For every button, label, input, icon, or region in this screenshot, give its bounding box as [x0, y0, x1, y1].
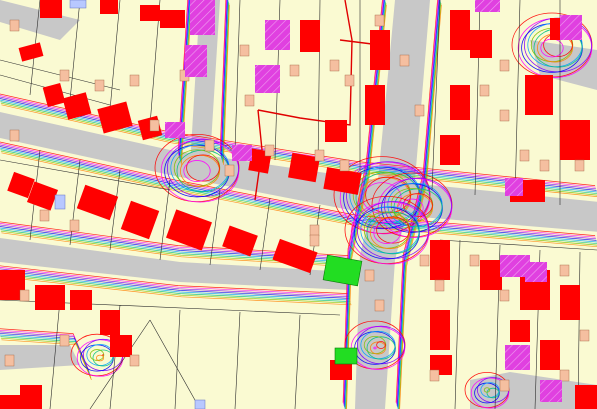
outbuilding [499, 59, 510, 72]
special-building [540, 380, 562, 402]
outbuilding [9, 129, 20, 142]
outbuilding [434, 279, 445, 292]
outbuilding [519, 149, 530, 162]
outbuilding [94, 79, 105, 92]
outbuilding [309, 224, 320, 237]
outbuilding [344, 74, 355, 87]
outbuilding [329, 59, 340, 72]
outbuilding [69, 219, 80, 232]
building [365, 85, 385, 125]
special-building [525, 262, 547, 282]
outbuilding [499, 289, 510, 302]
outbuilding [499, 379, 510, 392]
building [560, 120, 590, 160]
green-building [334, 347, 358, 365]
building [560, 285, 580, 320]
outbuilding [59, 334, 70, 347]
building [140, 5, 160, 21]
building [540, 340, 560, 370]
outbuilding [289, 64, 300, 77]
outbuilding [559, 264, 570, 277]
blue-structure [69, 0, 87, 9]
outbuilding [59, 69, 70, 82]
building [325, 120, 347, 142]
special-building [265, 20, 290, 50]
outbuilding [374, 14, 385, 27]
building [510, 320, 530, 342]
building [430, 310, 450, 350]
outbuilding [539, 159, 550, 172]
building [110, 335, 132, 357]
building [100, 0, 118, 14]
outbuilding [314, 149, 325, 162]
outbuilding [419, 254, 430, 267]
outbuilding [479, 84, 490, 97]
special-building [505, 178, 523, 196]
special-building [505, 345, 530, 370]
building [20, 385, 42, 409]
blue-structure [194, 399, 206, 409]
building [100, 310, 120, 335]
outbuilding [469, 254, 480, 267]
special-building [185, 45, 207, 77]
outbuilding [129, 74, 140, 87]
blue-structure [54, 194, 66, 210]
map-frame[interactable] [0, 0, 597, 409]
outbuilding [224, 164, 235, 177]
outbuilding [374, 299, 385, 312]
special-building [255, 65, 280, 93]
building [450, 85, 470, 120]
outbuilding [9, 19, 20, 32]
building [70, 290, 92, 310]
building [480, 260, 502, 290]
building [160, 10, 185, 28]
map-canvas[interactable] [0, 0, 597, 409]
outbuilding [19, 289, 30, 302]
outbuilding [39, 209, 50, 222]
building [470, 30, 492, 58]
outbuilding [339, 159, 350, 172]
special-building [475, 0, 500, 12]
outbuilding [204, 139, 215, 152]
special-building [560, 15, 582, 40]
outbuilding [499, 109, 510, 122]
building [300, 20, 320, 52]
building [35, 285, 65, 310]
outbuilding [149, 119, 160, 132]
special-building [232, 145, 252, 161]
special-building [190, 0, 215, 35]
building [370, 30, 390, 70]
outbuilding [4, 354, 15, 367]
outbuilding [244, 94, 255, 107]
outbuilding [264, 144, 275, 157]
outbuilding [429, 369, 440, 382]
outbuilding [414, 104, 425, 117]
outbuilding [559, 369, 570, 382]
building [575, 385, 597, 409]
building [430, 240, 450, 280]
building [40, 0, 62, 18]
building [0, 395, 20, 409]
special-building [165, 122, 185, 138]
outbuilding [399, 54, 410, 67]
building [440, 135, 460, 165]
building [450, 10, 470, 50]
building [525, 75, 553, 115]
outbuilding [364, 269, 375, 282]
outbuilding [309, 234, 320, 247]
outbuilding [574, 159, 585, 172]
outbuilding [579, 329, 590, 342]
outbuilding [239, 44, 250, 57]
junction-loop [102, 354, 104, 356]
outbuilding [129, 354, 140, 367]
